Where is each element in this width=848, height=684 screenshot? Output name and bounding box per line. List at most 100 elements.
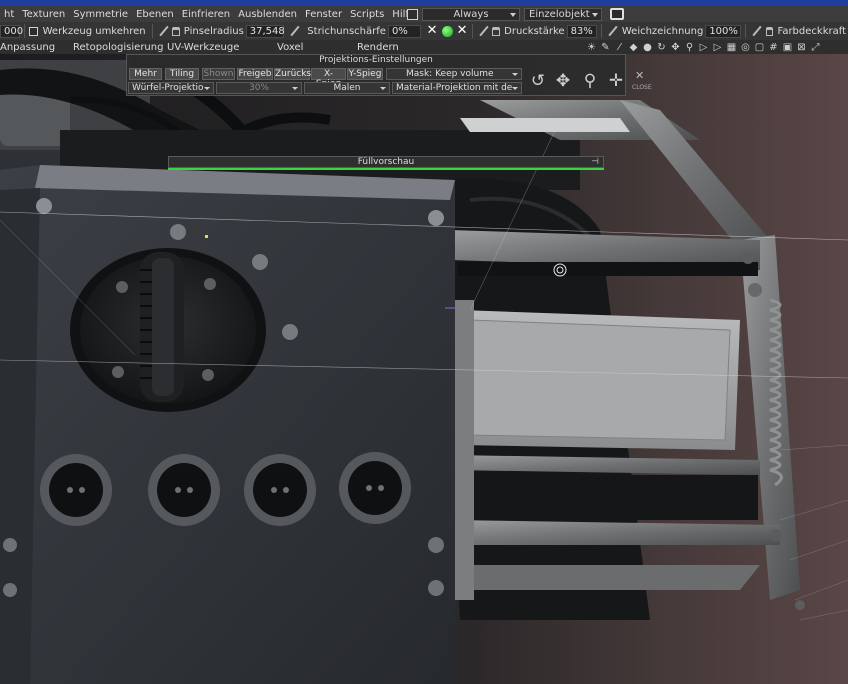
x-spiegeln-button[interactable]: X-Spieg <box>311 68 346 89</box>
close-icon[interactable]: ✕ <box>457 24 468 37</box>
viewport-3d[interactable] <box>0 54 848 684</box>
scene-render <box>0 54 848 684</box>
cancel-icon[interactable]: ✕ <box>427 24 438 37</box>
projection-settings-title: Projektions-Einstellungen <box>319 55 433 65</box>
move-icon[interactable]: ✥ <box>670 42 681 53</box>
arrow-icon[interactable]: ▷ <box>698 42 709 53</box>
pinselradius-field[interactable]: 37,548 <box>245 24 285 38</box>
menu-item-ausblenden[interactable]: Ausblenden <box>234 9 301 20</box>
fill-icon[interactable]: ◆ <box>628 42 639 53</box>
chevron-down-icon <box>510 12 516 17</box>
menu-item-scripts[interactable]: Scripts <box>346 9 388 20</box>
material-projection-value: Material-Projektion mit de <box>396 83 513 93</box>
chevron-down-icon <box>512 73 518 76</box>
menu-item-symmetrie[interactable]: Symmetrie <box>69 9 132 20</box>
grid-icon[interactable]: ▦ <box>726 42 737 53</box>
mehr-button[interactable]: Mehr <box>129 68 162 80</box>
size-field[interactable]: 000 <box>0 24 23 38</box>
material-projection-dropdown[interactable]: Material-Projektion mit de <box>392 82 522 94</box>
fill-preview-title: Füllvorschau <box>357 157 415 167</box>
pinselradius-label: Pinselradius <box>183 25 244 37</box>
expand-icon[interactable]: ⤢ <box>810 42 821 53</box>
chevron-down-icon <box>204 87 210 90</box>
green-status-icon[interactable] <box>442 25 453 37</box>
pen-icon <box>159 26 169 36</box>
zoom-icon[interactable]: ⚲ <box>579 70 601 92</box>
tab-retopologisierung[interactable]: Retopologisierung <box>73 42 163 53</box>
strichunschaerfe-label: Strichunschärfe <box>307 25 386 37</box>
tiling-button[interactable]: Tiling <box>165 68 199 80</box>
tab-anpassung[interactable]: Anpassung <box>0 42 55 53</box>
einzelobjekt-dropdown[interactable]: Einzelobjekt <box>524 7 602 21</box>
tab-uv-werkzeuge[interactable]: UV-Werkzeuge <box>167 42 239 53</box>
paint-mode-dropdown[interactable]: Malen <box>304 82 390 94</box>
brush-icon[interactable]: ✎ <box>600 42 611 53</box>
menu-item-ht[interactable]: ht <box>0 9 18 20</box>
box-icon[interactable]: ▣ <box>782 42 793 53</box>
werkzeug-umkehren-label: Werkzeug umkehren <box>42 25 146 37</box>
move-icon[interactable]: ✥ <box>552 70 574 92</box>
zuruecksetzen-button[interactable]: Zurücks <box>274 68 311 80</box>
cube-projection-dropdown[interactable]: Würfel-Projektio <box>128 82 214 94</box>
mask-dropdown[interactable]: Mask: Keep volume <box>386 68 522 80</box>
reset-icon[interactable]: ↺ <box>527 70 549 92</box>
pen-icon <box>479 26 489 36</box>
eyedropper-icon[interactable]: ⁄ <box>614 42 625 53</box>
pen-icon <box>752 26 762 36</box>
chevron-down-icon <box>380 87 386 90</box>
percent-dropdown[interactable]: 30% <box>216 82 302 94</box>
always-dropdown[interactable]: Always <box>422 7 520 21</box>
close-label: CLOSE <box>632 84 652 91</box>
werkzeug-umkehren-checkbox[interactable] <box>28 26 38 36</box>
tab-rendern[interactable]: Rendern <box>357 42 399 53</box>
rotate-icon[interactable]: ↻ <box>656 42 667 53</box>
smudge-icon <box>290 26 300 36</box>
zoom-icon[interactable]: ⚲ <box>684 42 695 53</box>
cube-icon[interactable]: ▢ <box>754 42 765 53</box>
sun-icon[interactable]: ☀ <box>586 42 597 53</box>
druckstaerke-label: Druckstärke <box>504 25 565 37</box>
toolbar-separator <box>24 24 25 38</box>
fill-preview-panel: Füllvorschau ⊣ <box>168 156 604 168</box>
toolbar-separator <box>745 24 747 38</box>
menu-item-einfrieren[interactable]: Einfrieren <box>178 9 234 20</box>
always-dropdown-value: Always <box>453 8 489 20</box>
hash-icon[interactable]: # <box>768 42 779 53</box>
play-icon[interactable]: ▷ <box>712 42 723 53</box>
strichunschaerfe-field[interactable]: 0% <box>387 24 421 38</box>
shown-button[interactable]: Shown <box>202 68 235 80</box>
lock-icon[interactable] <box>172 26 180 36</box>
pen-icon <box>608 26 618 36</box>
external-window-icon[interactable] <box>610 8 624 20</box>
frame-icon[interactable]: ⊠ <box>796 42 807 53</box>
percent-value: 30% <box>248 83 269 93</box>
lock-icon[interactable] <box>492 26 501 36</box>
mask-dropdown-value: Mask: Keep volume <box>406 69 494 79</box>
druckstaerke-field[interactable]: 83% <box>566 24 598 38</box>
fill-preview-progress <box>168 168 604 170</box>
cube-projection-value: Würfel-Projektio <box>132 83 204 93</box>
tab-voxel[interactable]: Voxel <box>277 42 303 53</box>
lock-icon[interactable] <box>765 26 774 36</box>
menu-item-ebenen[interactable]: Ebenen <box>132 9 178 20</box>
menu-extras: Always Einzelobjekt <box>407 6 624 22</box>
brush-toolbar: 000 Werkzeug umkehren Pinselradius 37,54… <box>0 22 848 40</box>
freigeben-button[interactable]: Freigeb <box>237 68 273 80</box>
einzelobjekt-dropdown-value: Einzelobjekt <box>529 8 590 20</box>
pan-icon[interactable]: ✛ <box>605 70 627 92</box>
chevron-down-icon <box>592 12 598 17</box>
toolbar-separator <box>601 24 603 38</box>
farbdeckkraft-label: Farbdeckkraft <box>777 25 846 37</box>
y-spiegeln-button[interactable]: Y-Spieg <box>347 68 383 80</box>
drop-icon[interactable]: ● <box>642 42 653 53</box>
pin-icon[interactable]: ⊣ <box>591 157 599 167</box>
target-icon[interactable]: ◎ <box>740 42 751 53</box>
close-icon[interactable]: ✕ <box>635 70 644 82</box>
paint-mode-value: Malen <box>333 83 361 93</box>
toolbar-separator <box>151 24 153 38</box>
menu-item-texturen[interactable]: Texturen <box>18 9 69 20</box>
weichzeichnung-field[interactable]: 100% <box>705 24 742 38</box>
menu-item-fenster[interactable]: Fenster <box>301 9 346 20</box>
always-checkbox[interactable] <box>407 8 418 20</box>
toolbar-separator <box>471 24 473 38</box>
